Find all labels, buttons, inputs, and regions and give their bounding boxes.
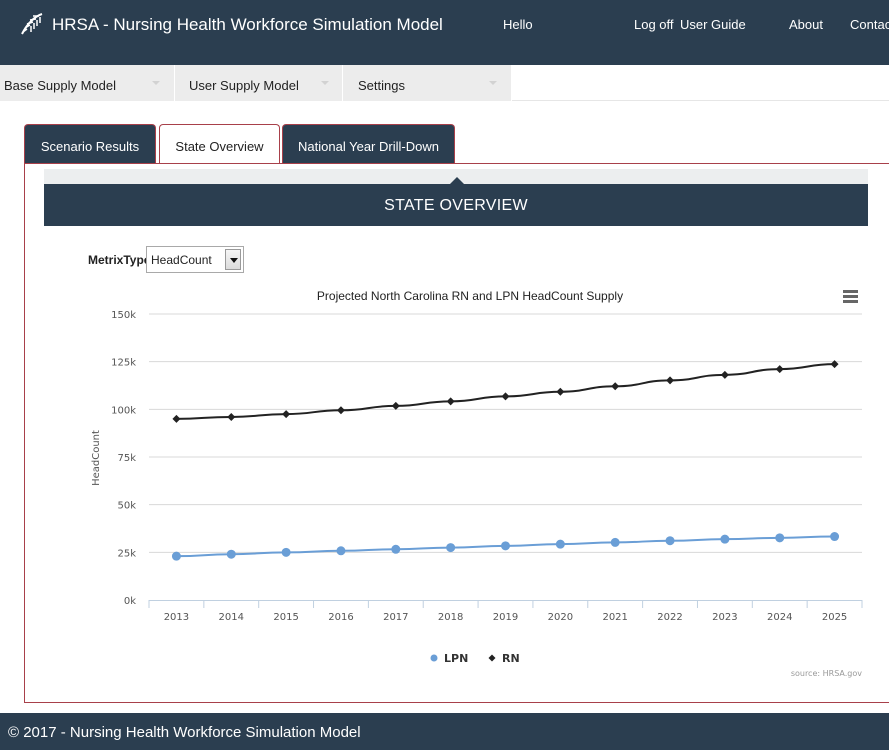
legend-symbol	[430, 654, 438, 662]
data-point[interactable]	[501, 541, 510, 551]
y-tick-label: 75k	[117, 453, 136, 464]
data-point[interactable]	[281, 547, 291, 557]
y-tick-label: 150k	[111, 310, 136, 321]
y-tick-label: 50k	[117, 501, 136, 512]
legend-symbol	[488, 654, 496, 662]
chart-series	[171, 360, 840, 561]
y-tick-label: 0k	[124, 596, 136, 607]
data-point[interactable]	[226, 549, 236, 559]
x-tick-label: 2021	[602, 612, 627, 623]
data-point[interactable]	[227, 412, 236, 421]
series-rn	[172, 360, 839, 423]
y-tick-label: 100k	[111, 405, 136, 416]
data-point[interactable]	[666, 376, 675, 385]
data-point[interactable]	[501, 392, 510, 401]
legend-label: LPN	[444, 652, 468, 665]
x-tick-label: 2024	[767, 612, 792, 623]
y-tick-label: 25k	[117, 548, 136, 559]
footer: © 2017 - Nursing Health Workforce Simula…	[0, 713, 889, 750]
data-point[interactable]	[391, 544, 401, 554]
data-point[interactable]	[336, 406, 345, 415]
chart-legend: LPN RN	[430, 652, 520, 665]
series-lpn	[171, 532, 840, 561]
data-point[interactable]	[446, 543, 456, 553]
series-line	[176, 363, 835, 420]
chart-gridlines	[149, 313, 862, 553]
legend-item-rn[interactable]: RN	[488, 652, 520, 665]
x-tick-label: 2022	[657, 612, 682, 623]
y-axis-ticks: 0k 25k 50k 75k 100k 125k 150k	[111, 310, 136, 607]
x-tick-label: 2019	[493, 612, 518, 623]
data-point[interactable]	[830, 532, 840, 542]
data-point[interactable]	[555, 539, 565, 549]
data-point[interactable]	[775, 365, 784, 374]
chart-credits: source: HRSA.gov	[791, 669, 862, 678]
data-point[interactable]	[665, 536, 675, 546]
data-point[interactable]	[556, 387, 565, 396]
x-tick-label: 2018	[438, 612, 463, 623]
y-axis-title: HeadCount	[91, 430, 102, 486]
x-tick-label: 2025	[822, 612, 847, 623]
legend-item-lpn[interactable]: LPN	[430, 652, 469, 665]
data-point[interactable]	[775, 533, 785, 543]
x-tick-label: 2020	[548, 612, 573, 623]
y-tick-label: 125k	[111, 358, 136, 369]
data-point[interactable]	[446, 397, 455, 406]
footer-copyright: © 2017 - Nursing Health Workforce Simula…	[8, 724, 361, 741]
data-point[interactable]	[720, 370, 729, 379]
x-tick-label: 2013	[164, 612, 189, 623]
x-tick-label: 2014	[219, 612, 244, 623]
data-point[interactable]	[336, 546, 346, 556]
data-point[interactable]	[172, 414, 181, 423]
data-point[interactable]	[282, 410, 291, 419]
x-tick-label: 2016	[328, 612, 353, 623]
data-point[interactable]	[610, 537, 620, 547]
x-axis: 2013 2014 2015 2016 2017 2018 2019 2020 2021 2022…	[148, 600, 863, 623]
headcount-line-chart: 0k 25k 50k 75k 100k 125k 150k 2013 2014 2015 2016…	[91, 310, 863, 678]
data-point[interactable]	[171, 551, 181, 561]
data-point[interactable]	[720, 534, 730, 544]
data-point[interactable]	[391, 401, 400, 410]
x-tick-label: 2023	[712, 612, 737, 623]
x-tick-label: 2017	[383, 612, 408, 623]
data-point[interactable]	[611, 382, 620, 391]
x-tick-label: 2015	[273, 612, 298, 623]
legend-label: RN	[502, 652, 520, 665]
